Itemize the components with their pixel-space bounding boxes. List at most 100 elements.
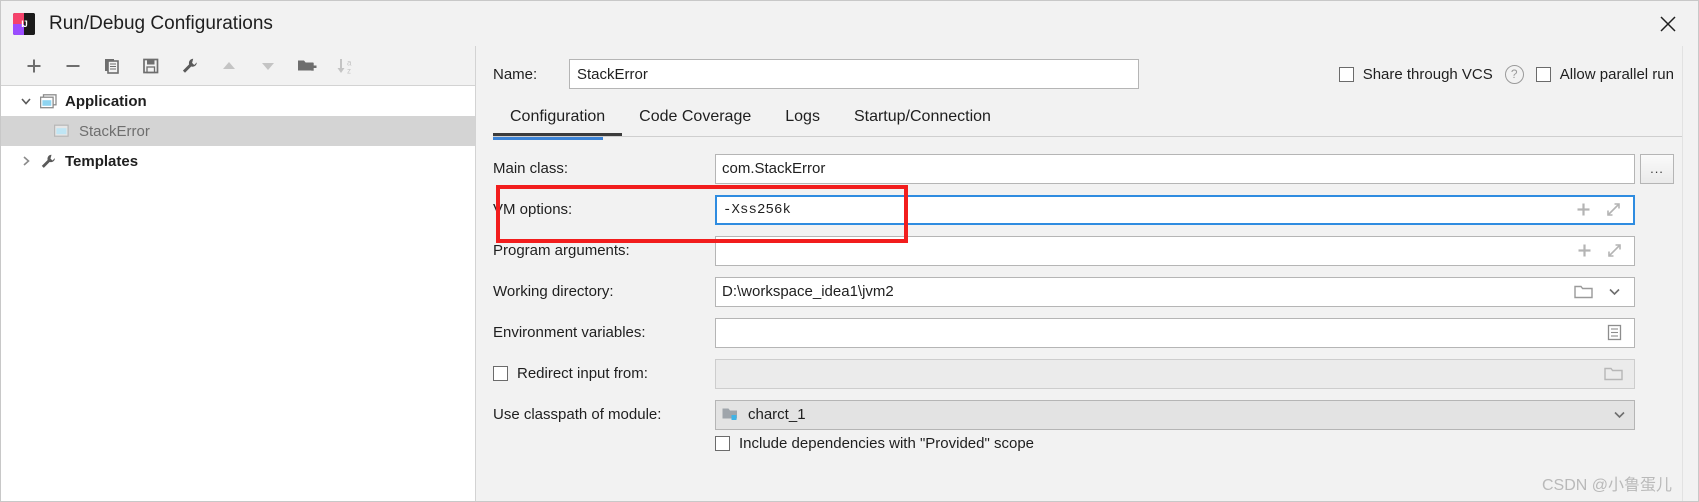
plus-icon[interactable]: [1576, 242, 1593, 259]
plus-icon[interactable]: [1575, 201, 1592, 218]
copy-icon: [105, 58, 119, 74]
add-configuration-button[interactable]: [21, 53, 47, 79]
vm-options-value: -Xss256k: [723, 201, 792, 218]
save-icon: [143, 58, 159, 73]
form-scrollbar[interactable]: [1682, 46, 1698, 501]
vm-options-input[interactable]: -Xss256k: [715, 194, 1635, 225]
chevron-down-icon[interactable]: [15, 94, 37, 108]
help-icon[interactable]: ?: [1504, 64, 1524, 84]
vm-options-label: VM options:: [493, 201, 573, 218]
close-icon: [1660, 15, 1676, 32]
move-up-button[interactable]: [216, 53, 242, 79]
include-provided-scope-label: Include dependencies with "Provided" sco…: [739, 435, 1035, 452]
remove-configuration-button[interactable]: [60, 53, 86, 79]
run-config-icon: [51, 124, 73, 138]
share-through-vcs-label: Share through VCS: [1362, 65, 1493, 83]
close-button[interactable]: [1638, 1, 1698, 46]
working-directory-input[interactable]: D:\workspace_idea1\jvm2: [715, 276, 1635, 307]
tab-logs[interactable]: Logs: [768, 108, 837, 136]
tree-node-stackerror[interactable]: StackError: [1, 116, 475, 146]
main-class-row: Main class: com.StackError ...: [493, 148, 1674, 189]
use-classpath-of-module-combo[interactable]: charct_1: [715, 399, 1635, 430]
title-bar: IJ Run/Debug Configurations: [1, 1, 1698, 46]
sort-az-icon: a z: [337, 58, 352, 75]
checkbox-icon[interactable]: [493, 366, 508, 381]
share-through-vcs-checkbox[interactable]: Share through VCS: [1338, 65, 1493, 83]
checkbox-icon[interactable]: [1535, 66, 1551, 82]
list-icon[interactable]: [1606, 324, 1623, 341]
configuration-editor-pane: Name: Share through VCS ? Allow parallel…: [476, 46, 1698, 501]
configuration-form: Main class: com.StackError ... VM option…: [493, 136, 1698, 501]
main-class-label: Main class:: [493, 160, 569, 177]
tree-node-label: StackError: [79, 122, 150, 140]
program-arguments-label: Program arguments:: [493, 242, 630, 259]
environment-variables-row: Environment variables:: [493, 312, 1674, 353]
arrow-up-icon: [223, 61, 235, 69]
tree-node-label: Application: [65, 92, 147, 110]
run-debug-configurations-dialog: IJ Run/Debug Configurations a z Applicat…: [0, 0, 1699, 502]
configurations-pane: a z Application StackError Templates: [1, 46, 476, 501]
folder-icon[interactable]: [1574, 284, 1593, 300]
redirect-input-from-label: Redirect input from:: [517, 365, 648, 382]
dialog-title: Run/Debug Configurations: [49, 12, 273, 34]
main-class-input[interactable]: com.StackError: [715, 153, 1635, 184]
use-classpath-of-module-row: Use classpath of module: charct_1: [493, 394, 1674, 435]
header-options: Share through VCS ? Allow parallel run: [1338, 64, 1698, 84]
environment-variables-label: Environment variables:: [493, 324, 646, 341]
minus-icon: [66, 64, 80, 67]
name-input[interactable]: [569, 59, 1139, 89]
wrench-icon: [182, 58, 197, 73]
arrow-down-icon: [262, 62, 274, 70]
use-classpath-of-module-value: charct_1: [748, 406, 806, 423]
tab-startup-connection[interactable]: Startup/Connection: [837, 108, 1008, 136]
editor-tabs: Configuration Code Coverage Logs Startup…: [493, 94, 1698, 136]
use-classpath-of-module-label: Use classpath of module:: [493, 406, 662, 423]
dialog-body: a z Application StackError Templates Nam…: [1, 46, 1698, 501]
working-directory-row: Working directory: D:\workspace_idea1\jv…: [493, 271, 1674, 312]
copy-configuration-button[interactable]: [99, 53, 125, 79]
environment-variables-input[interactable]: [715, 317, 1635, 348]
wrench-icon: [37, 153, 59, 170]
main-class-value: com.StackError: [722, 160, 826, 177]
include-provided-scope-checkbox[interactable]: Include dependencies with "Provided" sco…: [493, 435, 1674, 452]
redirect-input-from-input[interactable]: [715, 358, 1635, 389]
tab-configuration[interactable]: Configuration: [493, 108, 623, 136]
module-icon: [722, 408, 737, 420]
tree-node-application[interactable]: Application: [1, 86, 475, 116]
save-configuration-button[interactable]: [138, 53, 164, 79]
watermark: CSDN @小鲁蛋儿: [1541, 477, 1672, 494]
chevron-down-icon[interactable]: [1611, 406, 1628, 423]
new-folder-button[interactable]: [294, 53, 320, 79]
sort-alphabetically-button[interactable]: a z: [333, 53, 359, 79]
intellij-logo-icon: IJ: [13, 12, 35, 35]
expand-diagonal-icon[interactable]: [1605, 201, 1622, 218]
allow-parallel-run-label: Allow parallel run: [1559, 65, 1674, 83]
allow-parallel-run-checkbox[interactable]: Allow parallel run: [1535, 65, 1674, 83]
chevron-down-icon[interactable]: [1606, 283, 1623, 300]
checkbox-icon[interactable]: [1338, 66, 1354, 82]
folder-add-icon: [298, 60, 317, 71]
name-row: Name: Share through VCS ? Allow parallel…: [493, 46, 1698, 94]
vm-options-row: VM options: -Xss256k: [493, 189, 1674, 230]
configurations-tree[interactable]: Application StackError Templates: [1, 85, 475, 501]
expand-diagonal-icon[interactable]: [1606, 242, 1623, 259]
tab-code-coverage[interactable]: Code Coverage: [622, 108, 768, 136]
chevron-right-icon[interactable]: [15, 154, 37, 168]
program-arguments-row: Program arguments:: [493, 230, 1674, 271]
name-label: Name:: [493, 65, 538, 83]
tree-node-templates[interactable]: Templates: [1, 146, 475, 176]
svg-text:z: z: [347, 66, 351, 75]
application-icon: [37, 93, 59, 109]
checkbox-icon[interactable]: [715, 436, 730, 451]
program-arguments-input[interactable]: [715, 235, 1635, 266]
redirect-input-from-checkbox[interactable]: Redirect input from:: [493, 365, 715, 382]
edit-templates-button[interactable]: [177, 53, 203, 79]
working-directory-value: D:\workspace_idea1\jvm2: [722, 283, 894, 300]
main-class-browse-button[interactable]: ...: [1640, 153, 1674, 184]
folder-icon[interactable]: [1604, 366, 1623, 382]
configurations-toolbar: a z: [1, 46, 475, 85]
move-down-button[interactable]: [255, 53, 281, 79]
tree-node-label: Templates: [65, 152, 139, 170]
working-directory-label: Working directory:: [493, 283, 614, 300]
plus-icon: [27, 59, 41, 72]
